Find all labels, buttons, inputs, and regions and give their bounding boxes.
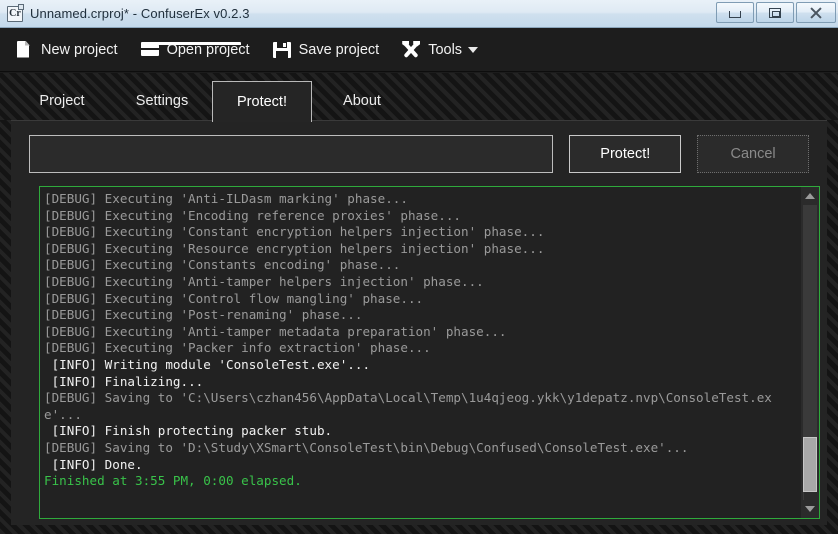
log-line: [DEBUG] Executing 'Packer info extractio… (44, 340, 431, 356)
minimize-button[interactable] (716, 2, 754, 23)
log-line: [DEBUG] Executing 'Control flow mangling… (44, 290, 424, 306)
log-output: [DEBUG] Executing 'Anti-ILDasm marking' … (40, 187, 801, 518)
new-project-label: New project (41, 41, 118, 58)
tab-settings[interactable]: Settings (112, 81, 212, 121)
cancel-button: Cancel (697, 135, 809, 173)
tools-menu-button[interactable]: Tools (397, 33, 488, 67)
wrench-hammer-icon (401, 40, 421, 60)
progress-bar (29, 135, 554, 173)
protect-action-row: Protect! Cancel (29, 133, 809, 175)
save-project-button[interactable]: Save project (268, 33, 390, 67)
tab-about-label: About (343, 93, 381, 109)
log-line: [INFO] Writing module 'ConsoleTest.exe'.… (44, 356, 371, 372)
tab-protect-label: Protect! (237, 94, 287, 110)
scroll-down-button[interactable] (801, 500, 819, 518)
chevron-down-icon (468, 46, 479, 53)
scrollbar-thumb[interactable] (803, 437, 817, 492)
log-console[interactable]: [DEBUG] Executing 'Anti-ILDasm marking' … (39, 186, 820, 519)
open-project-button[interactable]: Open project (136, 33, 260, 67)
folder-icon (140, 40, 241, 60)
log-line: [DEBUG] Executing 'Anti-ILDasm marking' … (44, 191, 408, 206)
log-line: [DEBUG] Executing 'Encoding reference pr… (44, 207, 462, 223)
tab-settings-label: Settings (135, 93, 189, 109)
log-line: [DEBUG] Executing 'Constants encoding' p… (44, 257, 401, 273)
window-title: Unnamed.crproj* - ConfuserEx v0.2.3 (30, 6, 250, 21)
document-icon (14, 40, 34, 60)
close-icon (810, 7, 822, 19)
log-line: [DEBUG] Saving to 'D:\Study\XSmart\Conso… (44, 439, 689, 455)
log-line: [DEBUG] Executing 'Resource encryption h… (44, 240, 545, 256)
scrollbar-track-upper[interactable] (803, 205, 817, 437)
close-button[interactable] (796, 2, 836, 23)
tools-label: Tools (428, 41, 463, 58)
log-line: [DEBUG] Saving to 'C:\Users\czhan456\App… (44, 390, 772, 422)
main-toolbar: New project Open project Save project To… (0, 28, 838, 72)
protect-panel: Protect! Cancel [DEBUG] Executing 'Anti-… (11, 120, 827, 525)
tab-protect[interactable]: Protect! (212, 81, 312, 122)
tab-strip-leading-spacer (0, 81, 12, 121)
maximize-icon (769, 7, 781, 18)
confuserex-icon: Cr (7, 3, 24, 22)
app-icon-glyph: Cr (9, 7, 21, 19)
scroll-up-button[interactable] (801, 187, 819, 205)
log-line: [DEBUG] Executing 'Constant encryption h… (44, 224, 545, 240)
tab-project-label: Project (39, 93, 85, 109)
log-line: [DEBUG] Executing 'Post-renaming' phase.… (44, 307, 363, 323)
tab-bar: Project Settings Protect! About (0, 73, 838, 122)
triangle-up-icon (805, 193, 815, 199)
scrollbar-track-lower[interactable] (803, 492, 817, 500)
tab-about[interactable]: About (312, 81, 412, 121)
title-bar[interactable]: Cr Unnamed.crproj* - ConfuserEx v0.2.3 (0, 0, 838, 28)
maximize-button[interactable] (756, 2, 794, 23)
floppy-disk-icon (272, 40, 292, 60)
protect-button[interactable]: Protect! (569, 135, 682, 173)
log-line: [DEBUG] Executing 'Anti-tamper helpers i… (44, 273, 484, 289)
cancel-button-label: Cancel (730, 146, 776, 162)
content-area: Protect! Cancel [DEBUG] Executing 'Anti-… (0, 120, 838, 534)
log-scrollbar[interactable] (801, 187, 819, 518)
new-project-button[interactable]: New project (10, 33, 128, 67)
triangle-down-icon (805, 506, 815, 512)
log-line: Finished at 3:55 PM, 0:00 elapsed. (44, 473, 302, 489)
window-controls (716, 2, 836, 23)
tab-project[interactable]: Project (12, 81, 112, 121)
save-project-label: Save project (298, 41, 380, 58)
log-line: [INFO] Finish protecting packer stub. (44, 423, 333, 439)
log-line: [INFO] Done. (44, 456, 143, 472)
minimize-icon (729, 11, 741, 18)
log-line: [DEBUG] Executing 'Anti-tamper metadata … (44, 323, 507, 339)
protect-button-label: Protect! (600, 146, 651, 162)
log-line: [INFO] Finalizing... (44, 373, 204, 389)
